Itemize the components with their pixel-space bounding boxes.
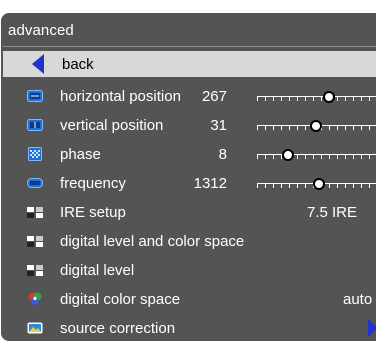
digital-level-icon xyxy=(27,265,43,276)
chevron-right-icon[interactable] xyxy=(367,318,376,338)
menu-item-label: phase xyxy=(60,146,101,163)
phase-slider[interactable] xyxy=(257,145,376,163)
menu-item-label: digital level xyxy=(60,262,135,279)
menu-item-value: 8 xyxy=(218,146,227,163)
menu-item-ire-setup[interactable]: IRE setup 7.5 IRE xyxy=(1,199,376,225)
menu-item-value: 7.5 IRE xyxy=(307,204,358,221)
frequency-slider[interactable] xyxy=(257,174,376,192)
menu-item-label: back xyxy=(62,56,94,73)
slider-knob[interactable] xyxy=(323,91,335,103)
ire-setup-icon xyxy=(27,207,43,218)
menu-item-back[interactable]: back xyxy=(3,51,376,77)
digital-color-space-icon xyxy=(28,292,42,305)
title-divider xyxy=(3,46,376,47)
menu-item-value: 267 xyxy=(201,88,227,105)
slider-knob[interactable] xyxy=(282,149,295,161)
slider-ticks xyxy=(257,155,376,159)
digital-level-color-space-icon xyxy=(27,236,43,247)
menu-item-value: 31 xyxy=(210,117,227,134)
menu-item-label: digital color space xyxy=(60,291,181,308)
vertical-position-icon xyxy=(27,119,43,131)
menu-item-label: source correction xyxy=(60,320,176,337)
menu-item-digital-level-color-space[interactable]: digital level and color space xyxy=(1,228,376,254)
menu-item-label: frequency xyxy=(60,175,126,192)
source-correction-icon xyxy=(27,322,43,334)
slider-ticks xyxy=(257,97,376,101)
menu-item-label: digital level and color space xyxy=(60,233,245,250)
back-arrow-icon xyxy=(32,54,44,74)
vertical-position-slider[interactable] xyxy=(257,116,376,134)
menu-item-vertical-position[interactable]: vertical position 31 xyxy=(1,112,376,138)
frequency-icon xyxy=(27,178,43,188)
menu-item-value: 1312 xyxy=(193,175,227,192)
osd-menu-panel: advanced back horizontal position 267 ve… xyxy=(1,13,376,341)
menu-item-value: auto xyxy=(343,291,373,308)
menu-item-phase[interactable]: phase 8 xyxy=(1,141,376,167)
horizontal-position-slider[interactable] xyxy=(257,87,376,105)
menu-item-label: IRE setup xyxy=(60,204,126,221)
menu-item-source-correction[interactable]: source correction xyxy=(1,315,376,341)
menu-item-label: horizontal position xyxy=(60,88,181,105)
menu-title: advanced xyxy=(8,22,74,39)
menu-item-label: vertical position xyxy=(60,117,164,134)
menu-item-digital-level[interactable]: digital level xyxy=(1,257,376,283)
horizontal-position-icon xyxy=(27,90,43,102)
slider-knob[interactable] xyxy=(309,120,322,132)
menu-item-frequency[interactable]: frequency 1312 xyxy=(1,170,376,196)
menu-item-digital-color-space[interactable]: digital color space auto xyxy=(1,286,376,312)
menu-item-horizontal-position[interactable]: horizontal position 267 xyxy=(1,83,376,109)
phase-icon xyxy=(28,147,42,161)
slider-knob[interactable] xyxy=(313,178,326,190)
